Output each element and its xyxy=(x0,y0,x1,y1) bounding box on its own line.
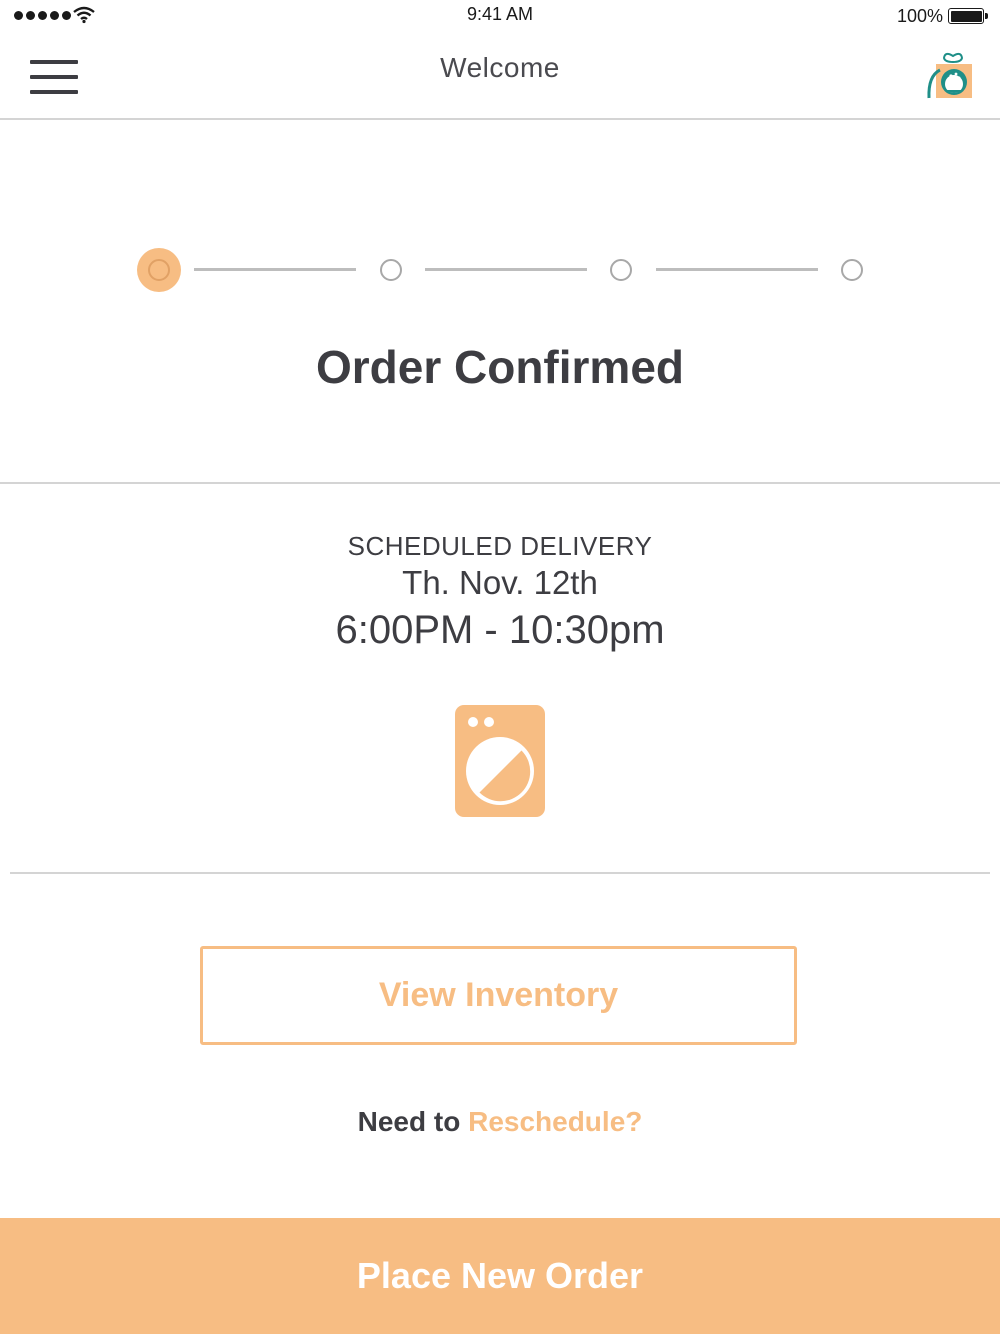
battery-percentage: 100% xyxy=(896,6,943,26)
washing-machine-icon xyxy=(455,705,545,817)
step-1-indicator xyxy=(137,248,181,292)
step-3-indicator xyxy=(610,259,632,281)
reschedule-prompt: Need to Reschedule? xyxy=(0,1106,1000,1138)
view-inventory-button[interactable]: View Inventory xyxy=(200,946,797,1045)
step-connector xyxy=(194,268,356,271)
delivery-date: Th. Nov. 12th xyxy=(402,564,598,601)
delivery-time-window: 6:00PM - 10:30pm xyxy=(335,608,665,652)
place-new-order-button[interactable]: Place New Order xyxy=(0,1218,1000,1334)
step-connector xyxy=(425,268,587,271)
scheduled-delivery-label: SCHEDULED DELIVERY xyxy=(347,531,653,561)
status-bar: 9:41 AM 100% xyxy=(0,0,1000,32)
section-divider xyxy=(0,482,1000,484)
page-title: Welcome xyxy=(440,52,560,83)
reschedule-prefix-text: Need to xyxy=(357,1106,461,1137)
section-divider xyxy=(10,872,990,874)
status-time: 9:41 AM xyxy=(466,4,534,24)
laundry-gift-logo-icon[interactable] xyxy=(926,52,978,102)
order-status-heading: Order Confirmed xyxy=(315,341,685,393)
step-2-indicator xyxy=(380,259,402,281)
order-progress-stepper xyxy=(0,248,1000,292)
step-connector xyxy=(656,268,818,271)
navigation-bar: Welcome xyxy=(0,32,1000,120)
reschedule-link[interactable]: Reschedule? xyxy=(468,1106,642,1137)
step-4-indicator xyxy=(841,259,863,281)
battery-icon xyxy=(948,8,988,24)
